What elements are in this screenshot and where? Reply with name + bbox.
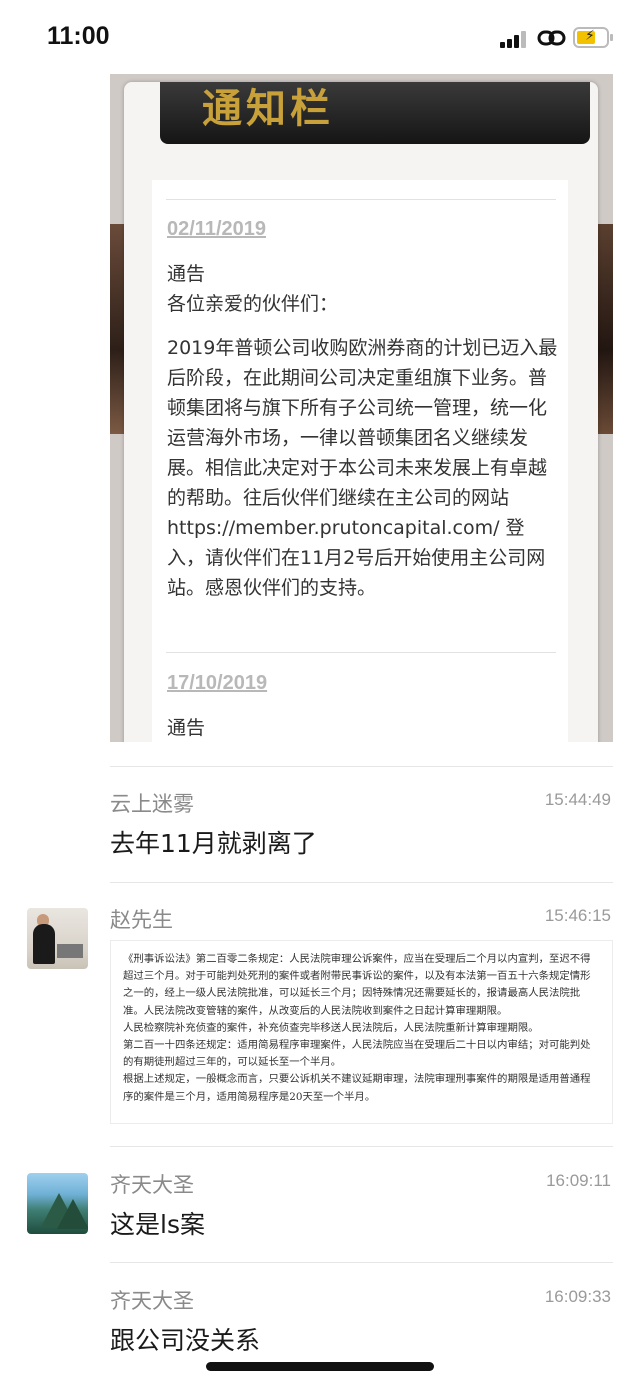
message-divider [110,882,613,883]
law-text-line: 准。人民法院改变管辖的案件，从改变后的人民法院收到案件之日起计算审理期限。 [123,1004,508,1017]
avatar[interactable] [27,1173,88,1234]
message-time: 16:09:11 [546,1171,611,1190]
status-time: 11:00 [47,22,110,50]
law-text-image[interactable]: 《刑事诉讼法》第二百零二条规定：人民法院审理公诉案件，应当在受理后二个月以内宣判… [110,940,613,1124]
cellular-signal-icon [500,30,532,48]
law-text-line: 的有期徒刑超过三年的，可以延长至一个半月。 [123,1056,342,1069]
notice-body: 2019年普顿公司收购欧洲券商的计划已迈入最后阶段，在此期间公司决定重组旗下业务… [167,333,562,603]
law-text-line: 第二百一十四条还规定：适用简易程序审理案件，人民法院应当在受理后二十日以内审结；… [123,1039,591,1052]
message-text[interactable]: 这是ls案 [110,1205,205,1241]
sender-name[interactable]: 齐天大圣 [110,1285,194,1315]
message-time: 15:44:49 [544,790,611,809]
message-text[interactable]: 跟公司没关系 [110,1321,260,1357]
notice-date[interactable]: 17/10/2019 [167,672,267,695]
law-text-line: 根据上述规定，一般概念而言，只要公诉机关不建议延期审理，法院审理刑事案件的期限是… [123,1073,591,1086]
shared-notice-image[interactable]: 通知栏 02/11/2019 通告 各位亲爱的伙伴们： 2019年普顿公司收购欧… [110,74,613,742]
notice-url-line: https://member.prutoncapital.com/ 登 [167,517,525,539]
avatar[interactable] [27,908,88,969]
divider [166,652,556,653]
notice-heading: 通告 [167,717,206,739]
notice-date[interactable]: 02/11/2019 [167,218,266,241]
divider [166,199,556,200]
notice-body-tail: 入，请伙伴们在11月2号后开始使用主公司网站。感恩伙伴们的支持。 [167,547,546,599]
notice-list: 02/11/2019 通告 各位亲爱的伙伴们： 2019年普顿公司收购欧洲券商的… [152,180,568,742]
notice-banner-title: 通知栏 [202,85,334,132]
notice-heading: 通告 [167,263,206,285]
notice-banner: 通知栏 [160,82,590,144]
law-text-line: 人民检察院补充侦查的案件，补充侦查完毕移送人民法院后，人民法院重新计算审理期限。 [123,1021,539,1034]
law-text-line: 序的案件是三个月，适用简易程序是20天至一个半月。 [123,1090,376,1103]
law-text-line: 超过三个月。对于可能判处死刑的案件或者附带民事诉讼的案件，以及有本法第一百五十六… [123,970,591,983]
message-divider [110,1146,613,1147]
sender-name[interactable]: 云上迷雾 [110,788,194,818]
sender-name[interactable]: 齐天大圣 [110,1169,194,1199]
battery-icon: ⚡ [573,27,613,48]
message-time: 15:46:15 [544,906,611,925]
sender-name[interactable]: 赵先生 [110,904,173,934]
law-text-line: 之一的，经上一级人民法院批准，可以延长三个月；因特殊情况还需要延长的，报请最高人… [123,987,581,1000]
message-text[interactable]: 去年11月就剥离了 [110,824,317,860]
law-text-line: 《刑事诉讼法》第二百零二条规定：人民法院审理公诉案件，应当在受理后二个月以内宣判… [123,953,591,965]
notice-greeting: 各位亲爱的伙伴们： [167,293,339,315]
message-divider [110,1262,613,1263]
status-bar: 11:00 ⚡ [0,0,640,74]
home-indicator[interactable] [206,1362,434,1371]
notice-body-text: 2019年普顿公司收购欧洲券商的计划已迈入最后阶段，在此期间公司决定重组旗下业务… [167,337,558,509]
message-divider [110,766,613,767]
message-time: 16:09:33 [544,1287,611,1306]
link-icon [537,30,566,46]
background-decoration [597,224,613,434]
